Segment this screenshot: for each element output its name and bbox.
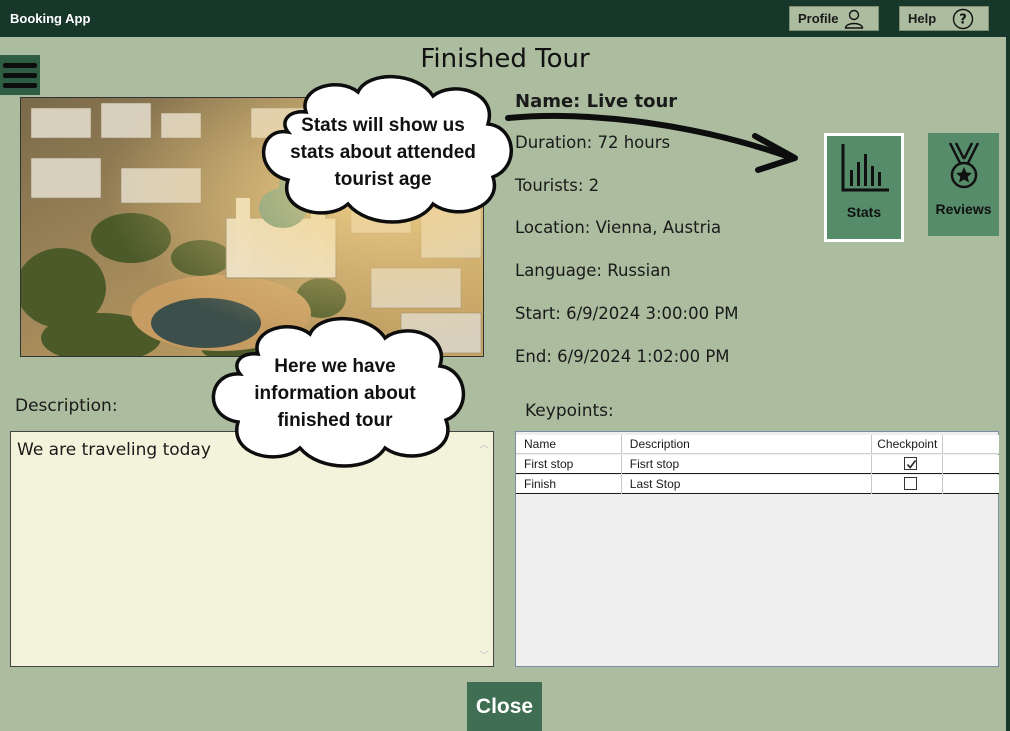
cell-description: Last Stop xyxy=(622,475,873,494)
keypoints-table[interactable]: Name Description Checkpoint First stop F… xyxy=(515,431,999,667)
column-header-name[interactable]: Name xyxy=(516,435,622,454)
column-header-checkpoint[interactable]: Checkpoint xyxy=(872,435,944,454)
checkpoint-checkbox-checked[interactable] xyxy=(904,457,918,470)
help-button[interactable]: Help ? xyxy=(899,6,989,31)
scroll-down-icon[interactable]: ﹀ xyxy=(479,647,489,662)
table-row[interactable]: Finish Last Stop xyxy=(516,475,999,494)
profile-label: Profile xyxy=(798,11,839,26)
description-text: We are traveling today xyxy=(17,440,211,460)
scroll-up-icon[interactable]: ︿ xyxy=(479,436,489,451)
question-circle-icon: ? xyxy=(952,8,974,29)
user-icon xyxy=(845,9,864,29)
reviews-button[interactable]: Reviews xyxy=(928,133,999,236)
app-title: Booking App xyxy=(10,11,91,26)
cell-description: Fisrt stop xyxy=(622,455,873,474)
tour-start: Start: 6/9/2024 3:00:00 PM xyxy=(515,304,739,323)
cell-checkpoint xyxy=(872,475,944,494)
cell-checkpoint xyxy=(872,455,944,474)
column-header-description[interactable]: Description xyxy=(622,435,873,454)
checkpoint-checkbox-unchecked[interactable] xyxy=(904,477,918,490)
table-header: Name Description Checkpoint xyxy=(516,435,999,454)
window-border xyxy=(1006,37,1010,731)
annotation-arrow xyxy=(505,112,798,173)
tour-location: Location: Vienna, Austria xyxy=(515,218,722,237)
description-scrollbar[interactable]: ︿ ﹀ xyxy=(476,432,493,666)
tour-language: Language: Russian xyxy=(515,261,671,280)
table-row[interactable]: First stop Fisrt stop xyxy=(516,455,999,474)
stats-callout-text: Stats will show us stats about attended … xyxy=(290,115,476,190)
medal-icon xyxy=(948,142,980,189)
close-button[interactable]: Close xyxy=(467,682,542,731)
info-callout-text: Here we have information about finished … xyxy=(254,356,416,431)
stats-label: Stats xyxy=(846,204,882,220)
bar-chart-icon xyxy=(841,144,889,192)
stats-button[interactable]: Stats xyxy=(824,133,904,242)
tour-end: End: 6/9/2024 1:02:00 PM xyxy=(515,347,730,366)
profile-button[interactable]: Profile xyxy=(789,6,879,31)
help-label: Help xyxy=(908,11,937,26)
keypoints-label: Keypoints: xyxy=(525,401,614,421)
page-title: Finished Tour xyxy=(420,44,590,74)
cell-name: First stop xyxy=(516,455,622,474)
description-label: Description: xyxy=(15,396,118,416)
cell-name: Finish xyxy=(516,475,622,494)
svg-text:?: ? xyxy=(959,12,967,27)
reviews-label: Reviews xyxy=(935,201,992,217)
